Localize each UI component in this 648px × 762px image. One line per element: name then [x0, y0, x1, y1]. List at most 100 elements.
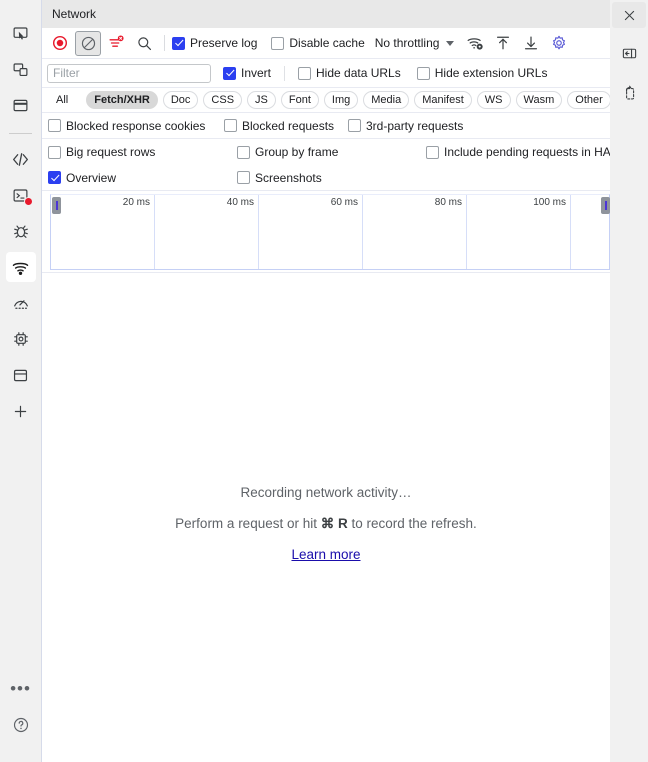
invert-checkbox[interactable]: Invert — [223, 66, 271, 80]
overview-tick-label: 100 ms — [533, 197, 566, 208]
page-title: Network — [52, 7, 97, 21]
overview-tick-label: 60 ms — [330, 197, 358, 208]
help-question-icon[interactable] — [6, 710, 36, 740]
resource-type-fetch-xhr[interactable]: Fetch/XHR — [86, 91, 158, 109]
resource-type-ws[interactable]: WS — [476, 91, 511, 109]
overview-checkbox[interactable]: Overview — [48, 171, 116, 185]
throttling-dropdown[interactable]: No throttling — [375, 36, 455, 50]
overview-options-row: Overview Screenshots — [42, 165, 610, 191]
device-rotate-icon[interactable] — [614, 77, 644, 107]
include-pending-requests-in-ha-label: Include pending requests in HA — [444, 145, 610, 159]
toolbar-separator — [164, 35, 165, 51]
resource-type-other[interactable]: Other — [567, 91, 610, 109]
resource-type-wasm[interactable]: Wasm — [515, 91, 563, 109]
filter-bar: Invert Hide data URLs Hide extension URL… — [42, 59, 610, 88]
more-options-icon[interactable]: ••• — [6, 674, 36, 704]
blocked-requests-checkbox[interactable]: Blocked requests — [224, 119, 334, 133]
device-toolbar-icon[interactable] — [6, 54, 36, 84]
resource-type-css[interactable]: CSS — [203, 91, 243, 109]
learn-more-link[interactable]: Learn more — [291, 547, 360, 562]
dock-side-icon[interactable] — [614, 38, 644, 68]
left-icon-rail: ••• — [0, 0, 41, 762]
overview-right-handle[interactable] — [601, 197, 610, 214]
filter-toggle-button[interactable] — [103, 31, 129, 56]
console-error-badge — [23, 197, 33, 206]
resource-type-manifest[interactable]: Manifest — [414, 91, 472, 109]
resource-type-img[interactable]: Img — [323, 91, 359, 109]
blocked-requests-label: Blocked requests — [242, 118, 335, 133]
overview-tick: 100 ms — [467, 195, 571, 269]
hint-suffix: to record the refresh. — [347, 516, 477, 531]
right-icon-rail — [610, 0, 648, 762]
network-overview[interactable]: 20 ms 40 ms 60 ms 80 ms 100 ms — [42, 191, 610, 273]
debugger-bug-icon[interactable] — [6, 216, 36, 246]
include-pending-requests-in-ha-box — [426, 145, 439, 159]
overview-left-handle[interactable] — [52, 197, 61, 214]
overview-tick: 80 ms — [363, 195, 467, 269]
display-options-row: Big request rows Group by frame Include pe… — [42, 139, 610, 165]
chevron-down-icon — [446, 40, 455, 46]
search-icon[interactable] — [131, 31, 157, 56]
settings-gear-icon[interactable] — [546, 31, 572, 56]
3rd-party-requests-box — [348, 119, 361, 132]
big-request-rows-box — [48, 145, 61, 159]
devtools-window: ••• Network Preserve log Disable cache N… — [0, 0, 648, 762]
resource-type-media[interactable]: Media — [363, 91, 410, 109]
overview-box — [48, 171, 61, 184]
application-box-icon[interactable] — [6, 360, 36, 390]
big-request-rows-label: Big request rows — [66, 145, 156, 159]
blocked-response-cookies-box — [48, 119, 61, 132]
clear-button[interactable] — [75, 30, 101, 56]
preserve-log-label: Preserve log — [190, 36, 258, 50]
overview-tick-label: 80 ms — [434, 197, 462, 208]
resource-type-all[interactable]: All — [48, 91, 77, 109]
disable-cache-label: Disable cache — [289, 36, 365, 50]
big-request-rows-checkbox[interactable]: Big request rows — [48, 145, 155, 159]
record-button[interactable] — [47, 31, 73, 56]
elements-panel-icon[interactable] — [6, 90, 36, 120]
close-icon[interactable] — [612, 2, 646, 28]
preserve-log-box — [172, 36, 185, 50]
overview-timeline[interactable]: 20 ms 40 ms 60 ms 80 ms 100 ms — [50, 194, 610, 270]
rail-divider — [9, 133, 32, 134]
search-input[interactable] — [47, 63, 211, 83]
group-by-frame-box — [237, 145, 250, 159]
include-pending-requests-in-ha-checkbox[interactable]: Include pending requests in HA — [426, 145, 610, 159]
console-icon[interactable] — [6, 180, 36, 210]
inspect-element-icon[interactable] — [6, 18, 36, 48]
blocked-options-row: Blocked response cookies Blocked requests… — [42, 113, 610, 139]
hide-data-urls-checkbox[interactable]: Hide data URLs — [298, 66, 401, 80]
preserve-log-checkbox[interactable]: Preserve log — [172, 36, 257, 50]
resource-type-font[interactable]: Font — [280, 91, 319, 109]
throttling-value: No throttling — [374, 36, 440, 50]
memory-chip-icon[interactable] — [6, 324, 36, 354]
filter-separator — [284, 65, 286, 81]
hint-key-cmd: ⌘ — [320, 516, 335, 531]
hide-extension-urls-box — [416, 66, 430, 80]
export-har-icon[interactable] — [518, 31, 544, 56]
overview-tick-label: 40 ms — [226, 197, 254, 208]
group-by-frame-checkbox[interactable]: Group by frame — [237, 145, 338, 159]
add-panel-plus-icon[interactable] — [6, 396, 36, 426]
screenshots-label: Screenshots — [255, 170, 322, 185]
network-conditions-icon[interactable] — [462, 31, 488, 56]
resource-type-js[interactable]: JS — [247, 91, 276, 109]
3rd-party-requests-label: 3rd-party requests — [366, 118, 464, 133]
import-har-icon[interactable] — [490, 31, 516, 56]
overview-tick-label: 20 ms — [122, 197, 150, 208]
network-toolbar: Preserve log Disable cache No throttling — [42, 28, 610, 59]
performance-gauge-icon[interactable] — [6, 288, 36, 318]
hint-prefix: Perform a request or hit — [175, 516, 321, 531]
network-panel: Network Preserve log Disable cache No th… — [41, 0, 610, 762]
blocked-response-cookies-checkbox[interactable]: Blocked response cookies — [48, 119, 205, 133]
disable-cache-checkbox[interactable]: Disable cache — [271, 36, 365, 50]
network-wifi-icon[interactable] — [5, 252, 36, 282]
invert-box — [223, 66, 236, 80]
3rd-party-requests-checkbox[interactable]: 3rd-party requests — [348, 119, 463, 133]
left-rail-bottom: ••• — [0, 674, 41, 746]
resource-type-doc[interactable]: Doc — [162, 91, 199, 109]
sources-code-icon[interactable] — [6, 144, 36, 174]
screenshots-checkbox[interactable]: Screenshots — [237, 171, 322, 185]
hide-extension-urls-checkbox[interactable]: Hide extension URLs — [416, 66, 547, 80]
hide-data-urls-box — [298, 66, 312, 80]
